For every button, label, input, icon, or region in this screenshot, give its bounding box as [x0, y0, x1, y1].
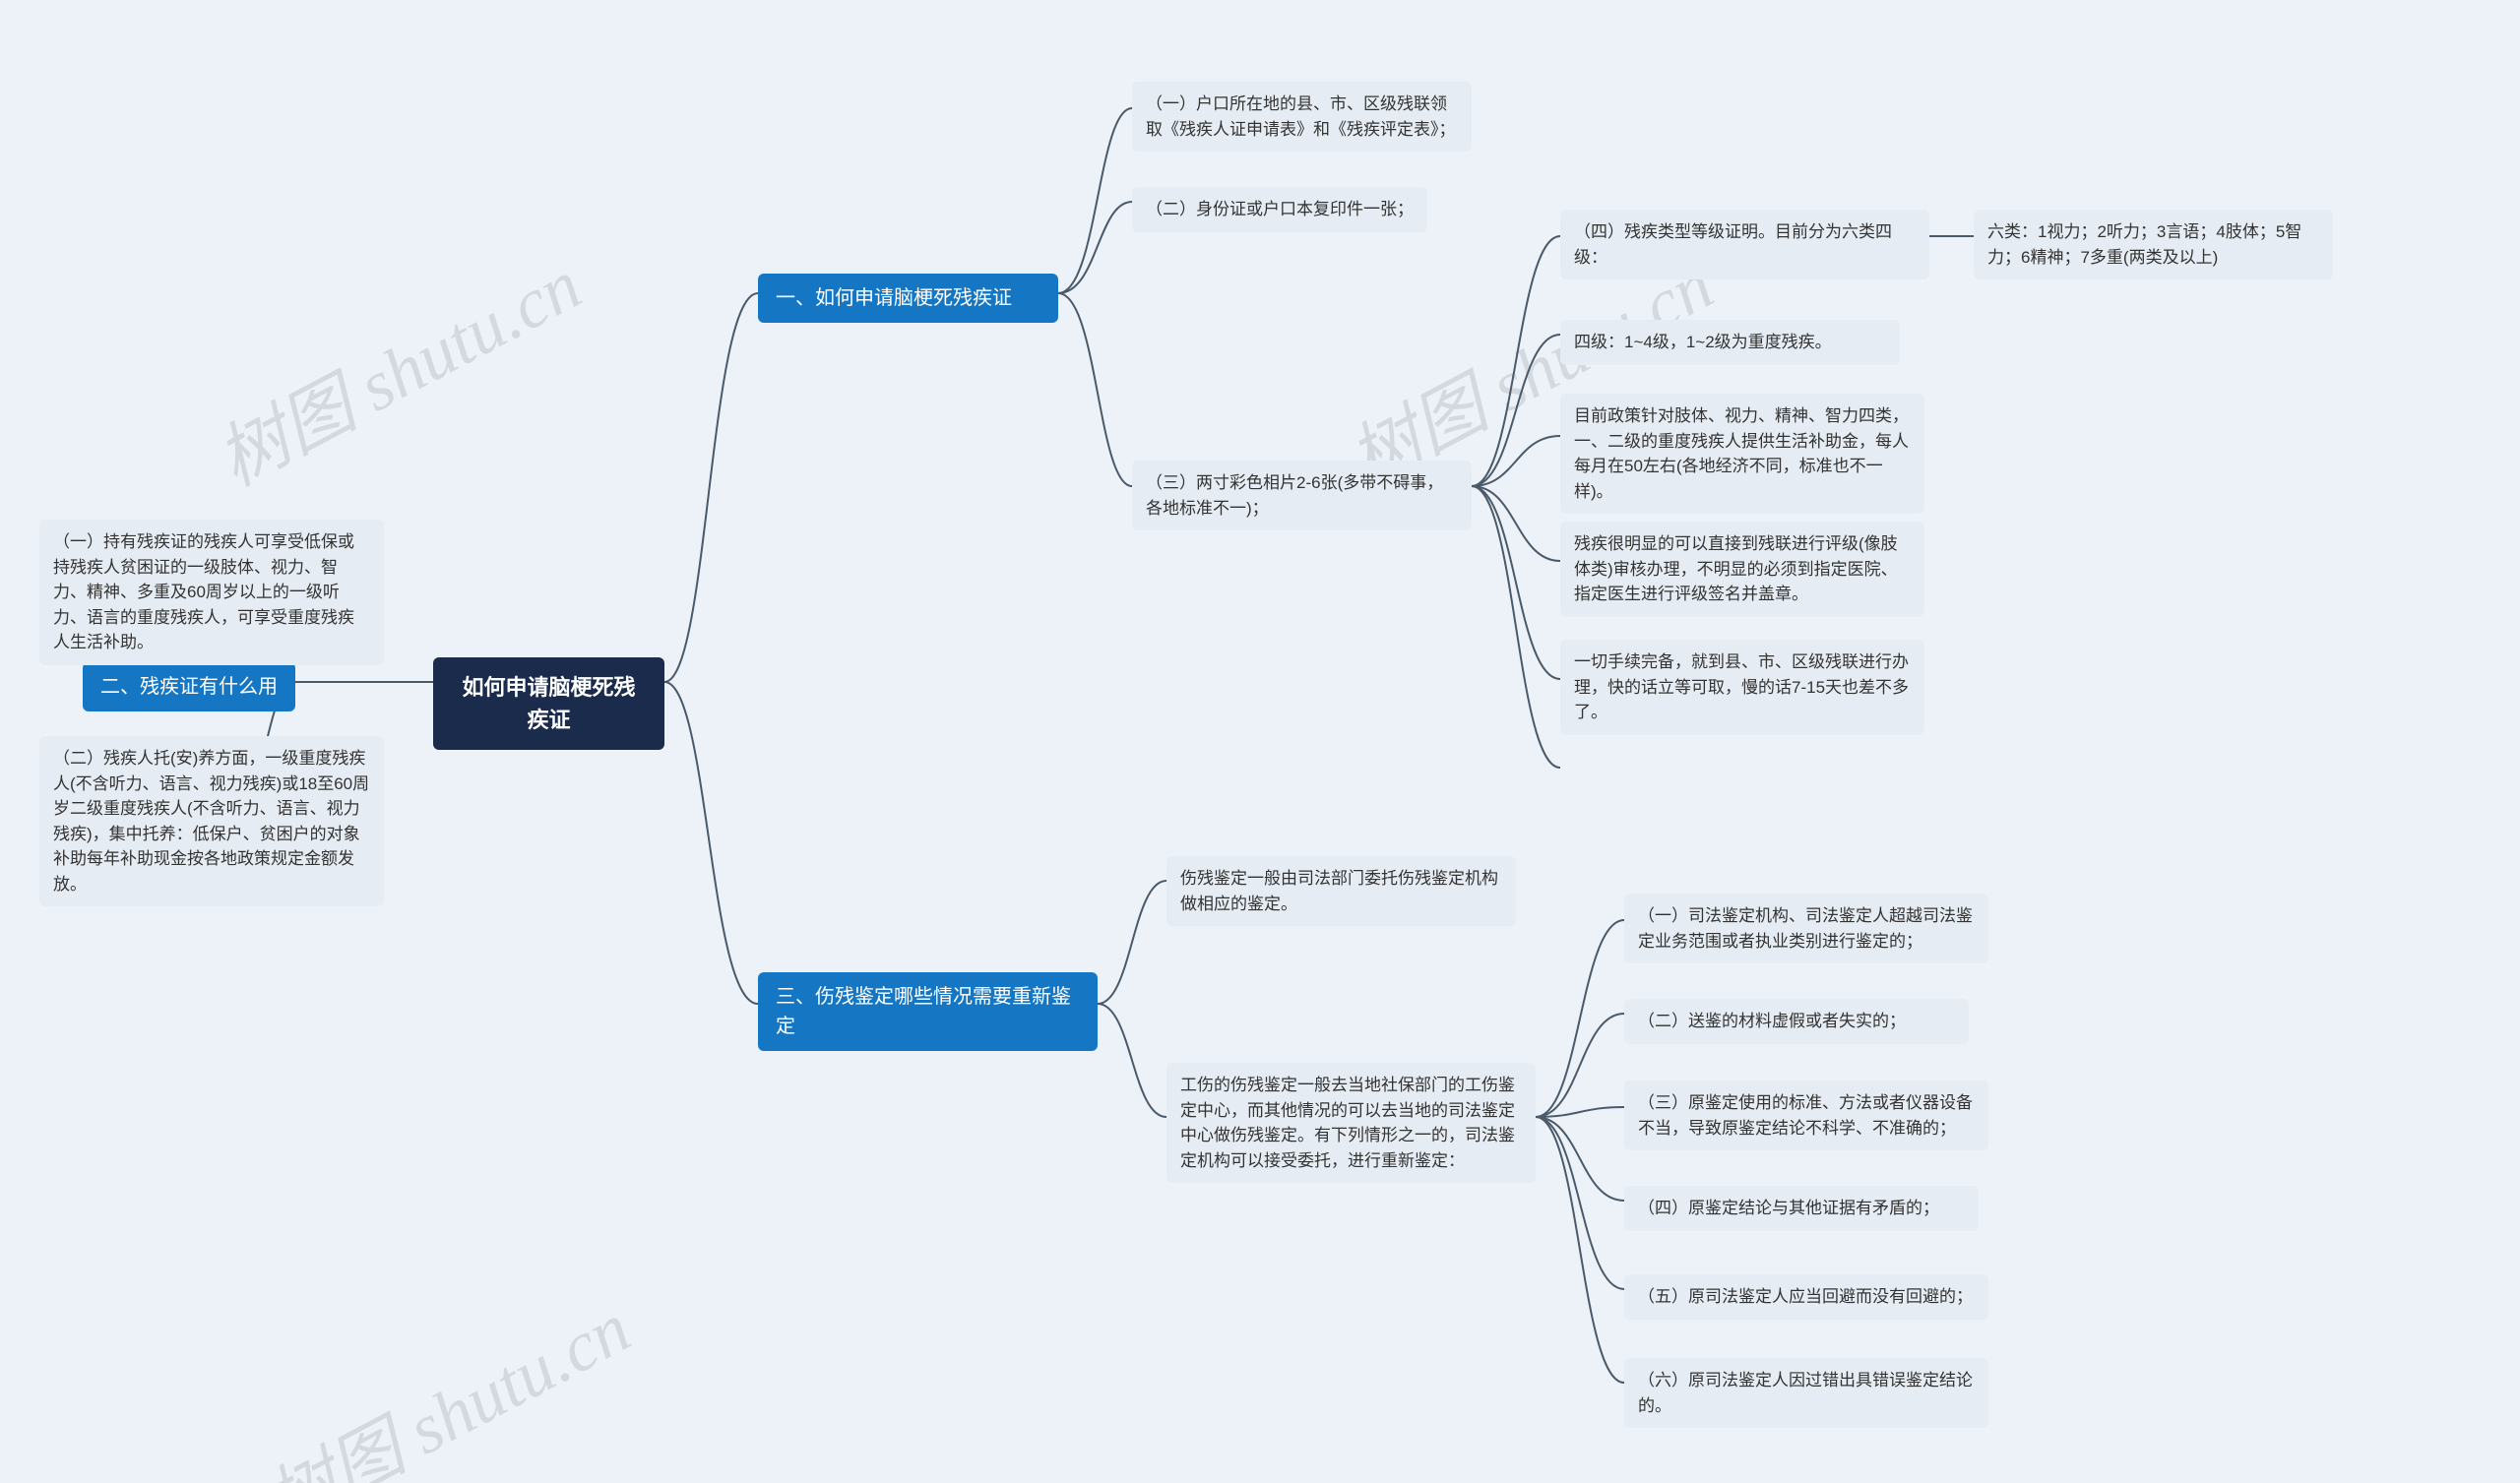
- branch-1-sub-4: 残疾很明显的可以直接到残联进行评级(像肢体类)审核办理，不明显的必须到指定医院、…: [1560, 522, 1924, 617]
- root-node[interactable]: 如何申请脑梗死残疾证: [433, 657, 664, 750]
- branch-3-item-1: 伤残鉴定一般由司法部门委托伤残鉴定机构做相应的鉴定。: [1166, 856, 1516, 926]
- branch-3-item-2: 工伤的伤残鉴定一般去当地社保部门的工伤鉴定中心，而其他情况的可以去当地的司法鉴定…: [1166, 1063, 1536, 1183]
- branch-1-item-3: （三）两寸彩色相片2-6张(多带不碍事，各地标准不一)；: [1132, 461, 1472, 530]
- branch-3-sub-4: （四）原鉴定结论与其他证据有矛盾的；: [1624, 1186, 1979, 1231]
- branch-1-sub-1a: 六类：1视力；2听力；3言语；4肢体；5智力；6精神；7多重(两类及以上): [1974, 210, 2333, 279]
- branch-2-item-2: （二）残疾人托(安)养方面，一级重度残疾人(不含听力、语言、视力残疾)或18至6…: [39, 736, 384, 906]
- branch-1-item-1: （一）户口所在地的县、市、区级残联领取《残疾人证申请表》和《残疾评定表》；: [1132, 82, 1472, 152]
- branch-3-sub-3: （三）原鉴定使用的标准、方法或者仪器设备不当，导致原鉴定结论不科学、不准确的；: [1624, 1081, 1988, 1150]
- branch-2[interactable]: 二、残疾证有什么用: [83, 662, 295, 711]
- watermark: 树图 shutu.cn: [245, 1270, 645, 1483]
- branch-3[interactable]: 三、伤残鉴定哪些情况需要重新鉴定: [758, 972, 1098, 1051]
- watermark: 树图 shutu.cn: [196, 227, 596, 505]
- branch-1-sub-5: 一切手续完备，就到县、市、区级残联进行办理，快的话立等可取，慢的话7-15天也差…: [1560, 640, 1924, 735]
- branch-3-sub-1: （一）司法鉴定机构、司法鉴定人超越司法鉴定业务范围或者执业类别进行鉴定的；: [1624, 894, 1988, 963]
- branch-1-sub-2: 四级：1~4级，1~2级为重度残疾。: [1560, 320, 1900, 365]
- branch-3-sub-6: （六）原司法鉴定人因过错出具错误鉴定结论的。: [1624, 1358, 1988, 1428]
- branch-1[interactable]: 一、如何申请脑梗死残疾证: [758, 274, 1058, 323]
- branch-1-sub-1: （四）残疾类型等级证明。目前分为六类四级：: [1560, 210, 1929, 279]
- branch-1-sub-3: 目前政策针对肢体、视力、精神、智力四类，一、二级的重度残疾人提供生活补助金，每人…: [1560, 394, 1924, 514]
- branch-3-sub-5: （五）原司法鉴定人应当回避而没有回避的；: [1624, 1274, 1988, 1320]
- branch-1-item-2: （二）身份证或户口本复印件一张；: [1132, 187, 1427, 232]
- branch-2-item-1: （一）持有残疾证的残疾人可享受低保或持残疾人贫困证的一级肢体、视力、智力、精神、…: [39, 520, 384, 665]
- branch-3-sub-2: （二）送鉴的材料虚假或者失实的；: [1624, 999, 1969, 1044]
